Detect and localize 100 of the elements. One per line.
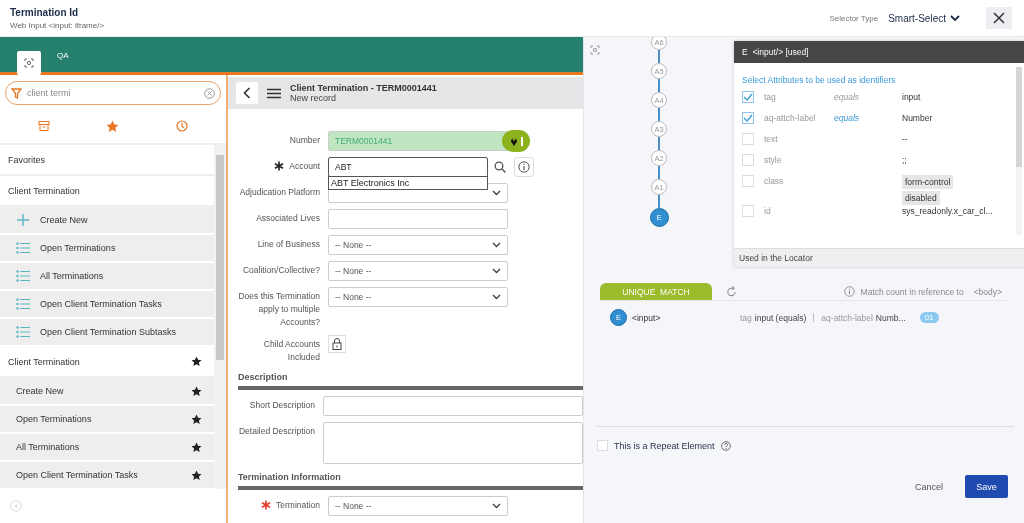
checkbox[interactable] [742,133,754,145]
lock-icon [332,338,342,350]
sidebar-item[interactable]: All Terminations [0,434,214,462]
repeat-element-label: This is a Repeat Element [614,440,715,451]
chevron-down-icon [492,242,501,248]
chevron-down-icon [492,294,501,300]
match-count-badge: 01 [919,312,939,323]
refresh-icon[interactable] [726,286,737,297]
clear-icon[interactable] [204,87,215,99]
checkbox[interactable] [742,91,754,103]
filter-icon [11,87,22,99]
sidebar-item[interactable]: Create New [0,207,214,235]
criteria-value: input (equals) [754,312,807,323]
select-field[interactable]: -- None -- [328,235,508,255]
back-button[interactable] [236,82,258,104]
capture-icon [24,58,34,68]
field-label: Child Accounts Included [262,338,320,364]
selector-type-dropdown[interactable]: Smart-Select [888,12,960,24]
attribute-value: sys_readonly.x_car_cl... [902,205,993,216]
text-field[interactable] [328,209,508,229]
section-heading: Termination Information [238,472,342,482]
archive-icon[interactable] [38,120,51,132]
attribute-name: text [764,133,779,144]
plus-icon [16,213,30,227]
sidebar-item[interactable]: Open Terminations [0,235,214,263]
select-field[interactable]: -- None -- [328,287,508,307]
field-label: Short Description [249,399,315,412]
lock-button[interactable] [328,335,346,353]
sidebar-item[interactable]: Open Client Termination Tasks [0,462,214,489]
section-heading: Description [238,372,289,382]
capture-icon[interactable] [590,45,600,55]
search-icon[interactable] [494,161,506,173]
select-field[interactable]: -- None -- [328,496,508,516]
dialog-title: Termination Id [10,6,80,18]
class-tag: disabled [902,191,940,205]
attribute-value: -- [902,133,908,144]
attribute-name: id [764,205,772,216]
checkbox[interactable] [742,205,754,217]
account-field[interactable]: ABT [328,157,488,177]
field-label: Detailed Description [238,425,315,438]
field-label: Account [289,160,320,173]
chevron-down-icon [492,503,501,509]
criteria-value: Numb... [875,312,906,323]
checkbox[interactable] [742,112,754,124]
scrollbar[interactable] [1016,67,1022,235]
help-icon[interactable] [720,440,731,451]
star-icon[interactable] [106,119,120,133]
class-tag: form-control [902,175,954,189]
text-field[interactable] [323,396,583,416]
popup-footer: Used in the Locator [734,248,1024,267]
attribute-name: aq-attch-label [764,112,817,123]
checkbox[interactable] [597,440,608,451]
capture-button[interactable] [17,51,41,75]
field-label: Adjudication Platform [239,186,320,199]
field-label: Number [289,134,320,147]
attribute-name: class [764,175,785,186]
sidebar-item[interactable]: All Terminations [0,263,214,291]
star-icon[interactable] [191,385,202,397]
info-icon [518,161,530,173]
info-button[interactable] [514,157,534,177]
highlight-pin-badge [502,130,530,152]
sidebar-item[interactable]: Open Client Termination Subtasks [0,319,214,347]
star-icon[interactable] [191,413,202,425]
attribute-name: tag [764,91,777,102]
chevron-down-icon [492,190,501,196]
list-icon [16,242,30,254]
checkbox[interactable] [742,154,754,166]
list-icon [16,298,30,310]
chevron-down-icon [492,268,501,274]
field-label: Termination [276,499,320,512]
close-icon [993,12,1005,24]
field-label: Line of Business [257,238,320,251]
close-button[interactable] [986,7,1012,29]
scrollbar[interactable] [214,145,226,489]
element-tag: <input> [632,312,740,323]
sidebar-item[interactable]: Open Client Termination Tasks [0,291,214,319]
suggestion-menu[interactable]: ABT Electronics Inc [328,176,488,190]
criteria-name: tag [740,312,752,323]
field-label: Associated Lives [256,212,320,225]
attribute-name: style [764,154,783,165]
star-icon[interactable] [191,469,202,481]
cancel-button[interactable]: Cancel [905,475,953,498]
info-icon [843,286,855,297]
popup-title: E <input/> [used] [734,41,1024,63]
record-subtitle: New record [290,93,337,103]
sidebar-item[interactable]: Open Terminations [0,406,214,434]
history-icon[interactable] [175,120,188,132]
select-field[interactable]: -- None -- [328,261,508,281]
text-area[interactable] [323,422,583,464]
criteria-name: aq-attch-label [821,312,873,323]
star-icon[interactable] [191,356,202,367]
menu-icon[interactable] [267,87,281,99]
checkbox[interactable] [742,175,754,187]
star-icon[interactable] [191,441,202,453]
save-button[interactable]: Save [965,475,1008,498]
sidebar-item[interactable]: Create New [0,378,214,406]
field-label: Does this Termination apply to multiple Accounts? [238,290,320,329]
attribute-value: Number [902,112,933,123]
chevron-down-icon [950,14,960,22]
app-tab-label: QA [57,51,69,60]
